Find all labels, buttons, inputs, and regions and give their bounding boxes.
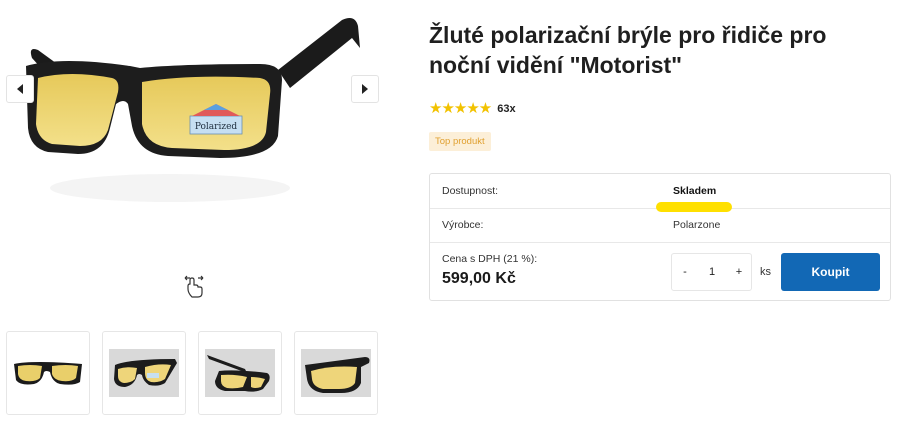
product-title: Žluté polarizační brýle pro řidiče pro n… <box>429 22 827 78</box>
top-product-badge: Top produkt <box>429 132 491 151</box>
price-label: Cena s DPH (21 %): <box>442 253 538 265</box>
thumbnail-glasses-image <box>114 359 177 387</box>
thumbnail-4[interactable] <box>294 331 378 415</box>
thumbnail-list <box>6 331 378 415</box>
buy-button[interactable]: Koupit <box>781 253 880 291</box>
quantity-stepper: - 1 + <box>671 253 752 291</box>
gallery-prev-button[interactable] <box>6 75 34 103</box>
manufacturer-row: Výrobce: Polarzone <box>430 208 890 243</box>
swipe-hand-icon <box>184 275 204 298</box>
availability-label: Dostupnost: <box>442 185 499 197</box>
gallery-next-button[interactable] <box>351 75 379 103</box>
main-product-image[interactable]: Polarized <box>20 8 370 223</box>
polarized-sticker-text: Polarized <box>195 122 238 132</box>
chevron-left-icon <box>17 84 23 94</box>
quantity-input[interactable]: 1 <box>698 254 726 290</box>
quantity-increase-button[interactable]: + <box>726 254 752 290</box>
thumbnail-2[interactable] <box>102 331 186 415</box>
product-rating[interactable]: ★★★★★ 63x <box>429 101 516 116</box>
thumbnail-1[interactable] <box>6 331 90 415</box>
availability-value: Skladem <box>673 185 717 197</box>
quantity-unit: ks <box>760 266 771 278</box>
quantity-decrease-button[interactable]: - <box>672 254 698 290</box>
thumbnail-glasses-image <box>207 355 270 392</box>
price-value: 599,00 Kč <box>442 270 516 287</box>
rating-count: 63x <box>497 102 516 115</box>
thumbnail-3[interactable] <box>198 331 282 415</box>
rating-stars-icon: ★★★★★ <box>429 100 492 117</box>
product-gallery: Polarized <box>0 0 390 424</box>
availability-row: Dostupnost: Skladem <box>430 174 890 212</box>
manufacturer-value[interactable]: Polarzone <box>673 219 720 231</box>
thumbnail-glasses-image <box>305 357 370 393</box>
chevron-right-icon <box>362 84 368 94</box>
thumbnail-glasses-image <box>14 362 82 385</box>
manufacturer-label: Výrobce: <box>442 219 484 231</box>
purchase-box: Dostupnost: Skladem Výrobce: Polarzone C… <box>429 173 891 301</box>
